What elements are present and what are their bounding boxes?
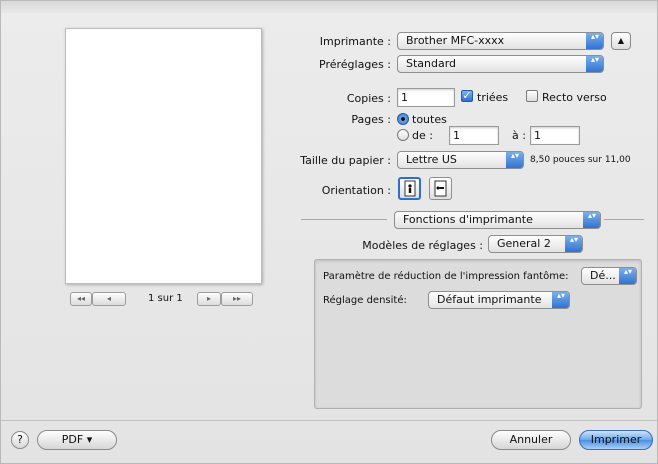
next-page-button[interactable]: ▸ [197,292,221,306]
popup-arrows-icon: ▴▾ [619,268,636,284]
portrait-orientation-button[interactable] [398,177,421,200]
popup-arrows-icon: ▴▾ [583,212,600,228]
collated-label: triées [477,91,509,104]
help-button[interactable]: ? [11,431,29,449]
copies-label: Copies : [346,92,391,105]
copies-field[interactable]: 1 [397,88,455,107]
footer-separator [1,420,658,421]
popup-arrows-icon: ▴▾ [565,236,582,252]
pages-to-label: à : [512,129,526,142]
paper-size-popup[interactable]: Lettre US ▴▾ [397,151,524,169]
ghost-reduction-popup[interactable]: Dé... ▴▾ [581,267,637,285]
section-popup[interactable]: Fonctions d'imprimante ▴▾ [394,211,601,229]
density-popup[interactable]: Défaut imprimante ▴▾ [428,291,570,309]
printer-label: Imprimante : [319,35,391,48]
ghost-reduction-value: Dé... [590,269,616,282]
prev-page-button[interactable]: ◂ [92,292,126,306]
collated-checkbox[interactable]: ✓ [461,90,473,102]
popup-arrows-icon: ▴▾ [586,33,603,49]
print-button[interactable]: Imprimer [579,430,653,450]
pages-all-label: toutes [412,113,447,126]
portrait-icon [404,180,416,197]
landscape-icon [434,180,447,197]
first-page-button[interactable]: ◂◂ [70,292,92,306]
density-label: Réglage densité: [323,295,407,306]
pages-label: Pages : [351,113,391,126]
section-separator-left [301,219,387,220]
last-page-button[interactable]: ▸▸ [221,292,253,306]
popup-arrows-icon: ▴▾ [552,292,569,308]
feature-sets-popup[interactable]: General 2 ▴▾ [488,235,583,253]
orientation-label: Orientation : [321,184,391,197]
section-value: Fonctions d'imprimante [403,213,533,226]
pages-from-field[interactable]: 1 [449,126,499,145]
popup-arrows-icon: ▴▾ [506,152,523,168]
cancel-button[interactable]: Annuler [491,430,571,450]
presets-popup[interactable]: Standard ▴▾ [397,55,604,73]
popup-arrows-icon: ▴▾ [586,56,603,72]
pages-all-radio[interactable] [397,113,409,125]
page-count: 1 sur 1 [148,293,183,304]
pages-range-radio[interactable] [397,129,409,141]
section-separator-right [604,219,644,220]
pages-from-label: de : [412,129,433,142]
printer-popup[interactable]: Brother MFC-xxxx ▴▾ [397,32,604,50]
duplex-checkbox[interactable] [526,90,538,102]
duplex-label: Recto verso [542,91,607,104]
printer-value: Brother MFC-xxxx [406,34,505,47]
pages-to-field[interactable]: 1 [530,126,580,145]
paper-size-value: Lettre US [406,153,457,166]
presets-label: Préréglages : [319,58,391,71]
paper-dimensions: 8,50 pouces sur 11,00 [530,155,631,165]
ghost-reduction-label: Paramètre de réduction de l'impression f… [323,271,569,282]
feature-sets-label: Modèles de réglages : [362,239,483,252]
page-preview [65,28,262,284]
landscape-orientation-button[interactable] [429,177,452,200]
title-strip [1,1,657,13]
collapse-icon[interactable]: ▲ [611,32,631,50]
density-value: Défaut imprimante [437,293,542,306]
pdf-menu-button[interactable]: PDF ▾ [37,430,117,450]
presets-value: Standard [406,57,457,70]
print-dialog: ◂◂ ◂ 1 sur 1 ▸ ▸▸ Imprimante : Brother M… [0,0,658,464]
feature-sets-value: General 2 [497,237,551,250]
paper-size-label: Taille du papier : [300,154,391,167]
